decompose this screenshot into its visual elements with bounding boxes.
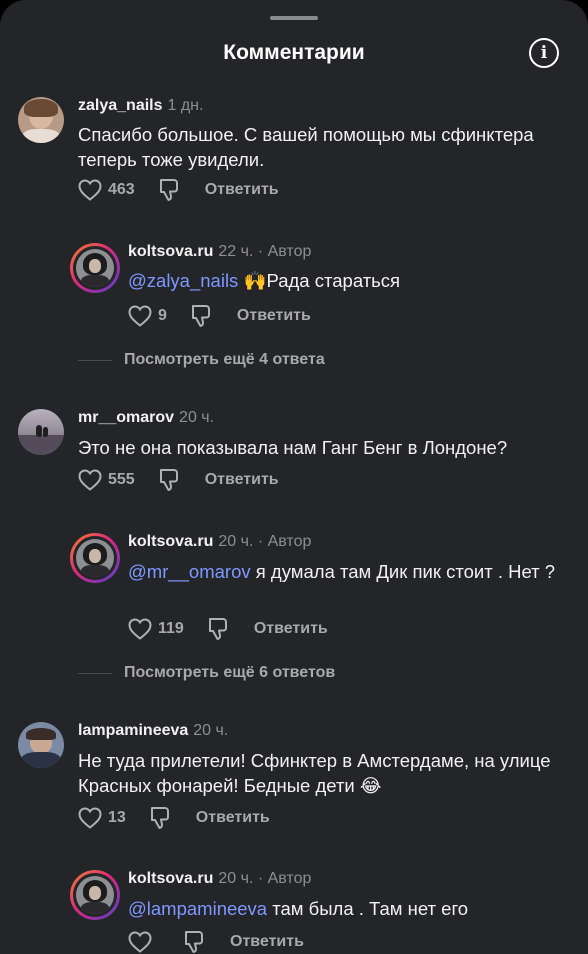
reply-button[interactable]: Ответить (254, 620, 328, 638)
timestamp: 20 ч. · Автор (218, 533, 312, 550)
comment-text: Не туда прилетели! Сфинктер в Амстердаме… (78, 750, 551, 796)
mention-link[interactable]: @lampamineeva (128, 898, 267, 919)
like-button[interactable]: 555 (78, 469, 135, 491)
timestamp: 20 ч. (193, 722, 229, 739)
reply-button[interactable]: Ответить (237, 307, 311, 325)
thumbs-down-icon (150, 807, 169, 829)
like-count: 555 (108, 471, 135, 488)
comment-actions: 463 Ответить (78, 178, 279, 202)
reply-text: @lampamineeva там была . Там нет его (128, 898, 469, 919)
heart-icon (78, 469, 102, 491)
like-button[interactable]: 13 (78, 807, 126, 829)
heart-icon (128, 931, 152, 953)
username[interactable]: koltsova.ru (128, 870, 213, 887)
heart-icon (78, 807, 102, 829)
reply-actions: 119 Ответить (128, 617, 328, 641)
username[interactable]: koltsova.ru (128, 243, 213, 260)
info-icon[interactable]: i (529, 38, 559, 68)
reply-actions: Ответить (128, 930, 304, 954)
comment-header: mr__omarov 20 ч. (78, 409, 214, 427)
mention-link[interactable]: @zalya_nails (128, 270, 238, 291)
reply-button[interactable]: Ответить (205, 471, 279, 489)
comment-header: zalya_nails 1 дн. (78, 97, 203, 115)
like-count: 13 (108, 809, 126, 826)
reply-header: koltsova.ru 20 ч. · Автор (128, 870, 311, 888)
reply-text: @zalya_nails 🙌Рада стараться (128, 270, 401, 291)
timestamp: 20 ч. (179, 409, 215, 426)
like-button[interactable] (128, 931, 152, 953)
thumbs-down-icon (208, 618, 227, 640)
comment-text: Это не она показывала нам Ганг Бенг в Ло… (78, 437, 508, 458)
username[interactable]: lampamineeva (78, 722, 188, 739)
comment-actions: 555 Ответить (78, 468, 279, 492)
avatar[interactable] (70, 870, 120, 920)
username[interactable]: mr__omarov (78, 409, 174, 426)
avatar[interactable] (70, 533, 120, 583)
heart-icon (128, 305, 152, 327)
view-more-replies[interactable]: Посмотреть ещё 6 ответов (78, 664, 335, 682)
comment-actions: 13 Ответить (78, 806, 270, 830)
reply-header: koltsova.ru 20 ч. · Автор (128, 533, 311, 551)
timestamp: 20 ч. · Автор (218, 870, 312, 887)
timestamp: 22 ч. · Автор (218, 243, 312, 260)
comment-text: Спасибо большое. С вашей помощью мы сфин… (78, 124, 534, 170)
comments-sheet: Комментарии i zalya_nails 1 дн. Спасибо б… (0, 0, 588, 954)
dislike-button[interactable] (157, 468, 179, 492)
reply-button[interactable]: Ответить (230, 933, 304, 951)
avatar[interactable] (18, 409, 64, 455)
avatar[interactable] (18, 722, 64, 768)
like-button[interactable]: 463 (78, 179, 135, 201)
timestamp: 1 дн. (167, 97, 204, 114)
avatar[interactable] (70, 243, 120, 293)
avatar[interactable] (18, 97, 64, 143)
dislike-button[interactable] (206, 617, 228, 641)
reply-text: @mr__omarov я думала там Дик пик стоит .… (128, 561, 556, 582)
thumbs-down-icon (159, 469, 178, 491)
dislike-button[interactable] (157, 178, 179, 202)
dislike-button[interactable] (189, 304, 211, 328)
like-count: 119 (158, 620, 184, 637)
like-button[interactable]: 9 (128, 305, 167, 327)
like-button[interactable]: 119 (128, 618, 184, 640)
drag-handle[interactable] (270, 16, 318, 20)
heart-icon (128, 618, 152, 640)
username[interactable]: zalya_nails (78, 97, 163, 114)
thumbs-down-icon (191, 305, 210, 327)
reply-button[interactable]: Ответить (205, 181, 279, 199)
dislike-button[interactable] (148, 806, 170, 830)
reply-button[interactable]: Ответить (196, 809, 270, 827)
username[interactable]: koltsova.ru (128, 533, 213, 550)
dislike-button[interactable] (182, 930, 204, 954)
mention-link[interactable]: @mr__omarov (128, 561, 251, 582)
thumbs-down-icon (185, 931, 203, 953)
comment-header: lampamineeva 20 ч. (78, 722, 228, 740)
heart-icon (78, 179, 102, 201)
sheet-title: Комментарии (223, 41, 365, 64)
view-more-replies[interactable]: Посмотреть ещё 4 ответа (78, 351, 325, 369)
reply-header: koltsova.ru 22 ч. · Автор (128, 243, 311, 261)
reply-actions: 9 Ответить (128, 304, 311, 328)
thumbs-down-icon (159, 179, 178, 201)
like-count: 9 (158, 307, 167, 324)
like-count: 463 (108, 181, 135, 198)
